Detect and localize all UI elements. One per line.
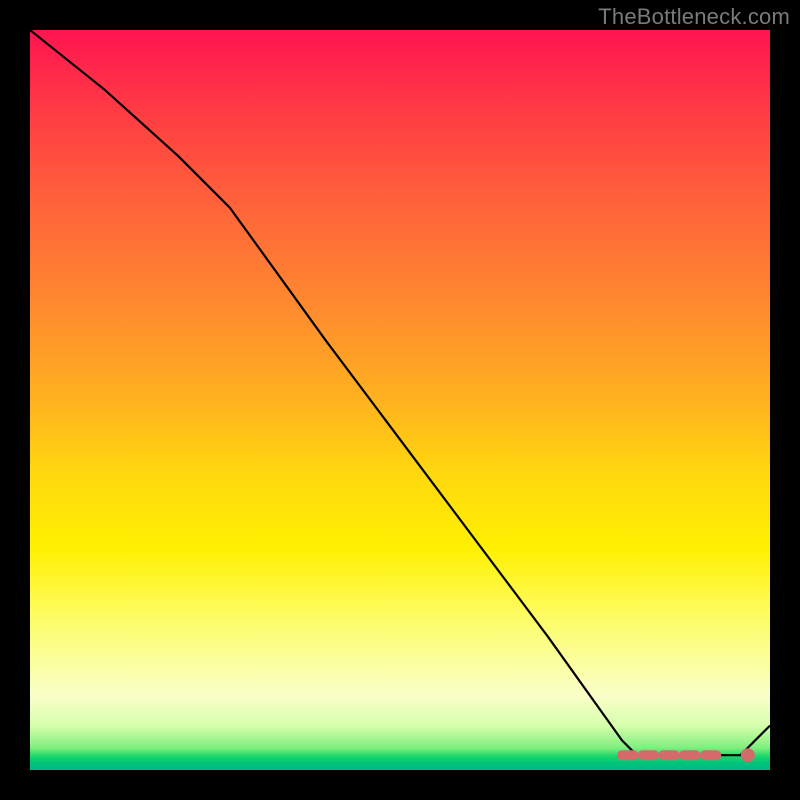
bottleneck-curve-line (30, 30, 770, 755)
chart-frame: TheBottleneck.com (0, 0, 800, 800)
attribution-text: TheBottleneck.com (598, 4, 790, 30)
optimal-point-dot (741, 748, 755, 762)
chart-overlay (30, 30, 770, 770)
plot-area (30, 30, 770, 770)
